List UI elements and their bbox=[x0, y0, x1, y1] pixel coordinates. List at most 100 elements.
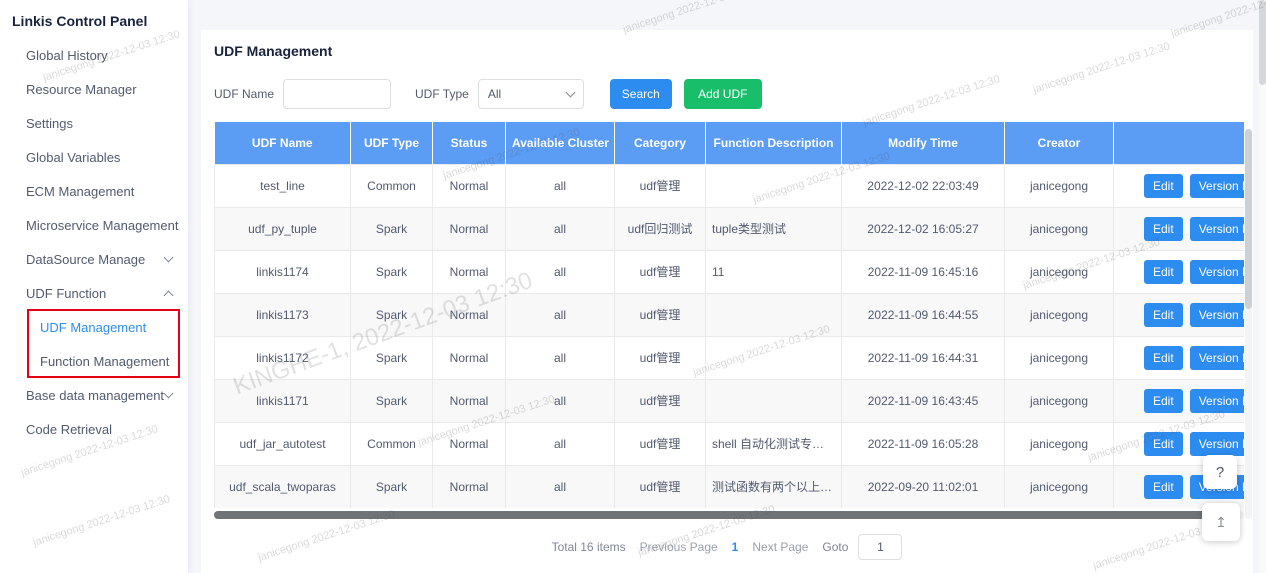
version-list-button[interactable]: Version Lis bbox=[1190, 346, 1244, 370]
udf-type-select[interactable]: All bbox=[478, 79, 584, 109]
app-title: Linkis Control Panel bbox=[0, 0, 188, 38]
cell-category: udf管理 bbox=[615, 293, 706, 336]
sidebar-item-base-data-management[interactable]: Base data management bbox=[0, 378, 188, 412]
cell-category: udf管理 bbox=[615, 379, 706, 422]
version-list-button[interactable]: Version Lis bbox=[1190, 389, 1244, 413]
sidebar-item-datasource-manage[interactable]: DataSource Manage bbox=[0, 242, 188, 276]
udf-name-input[interactable] bbox=[283, 79, 391, 109]
table-header-row: UDF Name UDF Type Status Available Clust… bbox=[215, 122, 1245, 164]
cell-actions: Edit Version Lis bbox=[1114, 250, 1245, 293]
page-scrollbar-thumb[interactable] bbox=[1259, 0, 1266, 85]
cell-type: Spark bbox=[351, 379, 433, 422]
cell-cluster: all bbox=[506, 422, 615, 465]
sidebar-item-global-history[interactable]: Global History bbox=[0, 38, 188, 72]
sidebar-item-label: Resource Manager bbox=[26, 82, 137, 97]
edit-button[interactable]: Edit bbox=[1144, 174, 1183, 198]
cell-category: udf管理 bbox=[615, 465, 706, 508]
edit-button[interactable]: Edit bbox=[1144, 432, 1183, 456]
total-items-label: Total 16 items bbox=[552, 540, 626, 554]
cell-status: Normal bbox=[433, 293, 506, 336]
cell-modify-time: 2022-12-02 16:05:27 bbox=[842, 207, 1005, 250]
table-row: linkis1174SparkNormalalludf管理112022-11-0… bbox=[215, 250, 1245, 293]
add-udf-button[interactable]: Add UDF bbox=[684, 79, 762, 109]
previous-page-button[interactable]: Previous Page bbox=[640, 540, 718, 554]
edit-button[interactable]: Edit bbox=[1144, 475, 1183, 499]
udf-type-selected-value: All bbox=[488, 87, 501, 101]
cell-actions: Edit Version Lis bbox=[1114, 207, 1245, 250]
sidebar-item-ecm-management[interactable]: ECM Management bbox=[0, 174, 188, 208]
header-creator: Creator bbox=[1005, 122, 1114, 164]
cell-description bbox=[706, 336, 842, 379]
sidebar-item-resource-manager[interactable]: Resource Manager bbox=[0, 72, 188, 106]
cell-modify-time: 2022-11-09 16:44:31 bbox=[842, 336, 1005, 379]
table-row: linkis1173SparkNormalalludf管理2022-11-09 … bbox=[215, 293, 1245, 336]
sidebar-item-code-retrieval[interactable]: Code Retrieval bbox=[0, 412, 188, 446]
cell-creator: janicegong bbox=[1005, 164, 1114, 207]
sidebar-item-label: ECM Management bbox=[26, 184, 134, 199]
horizontal-scrollbar[interactable] bbox=[214, 511, 1244, 519]
udf-name-label: UDF Name bbox=[214, 87, 274, 101]
cell-cluster: all bbox=[506, 465, 615, 508]
goto-page-input[interactable] bbox=[858, 534, 902, 560]
edit-button[interactable]: Edit bbox=[1144, 346, 1183, 370]
cell-name: linkis1171 bbox=[215, 379, 351, 422]
version-list-button[interactable]: Version Lis bbox=[1190, 217, 1244, 241]
cell-cluster: all bbox=[506, 379, 615, 422]
header-status: Status bbox=[433, 122, 506, 164]
current-page-number[interactable]: 1 bbox=[732, 540, 739, 554]
cell-type: Spark bbox=[351, 465, 433, 508]
edit-button[interactable]: Edit bbox=[1144, 260, 1183, 284]
version-list-button[interactable]: Version Lis bbox=[1190, 303, 1244, 327]
sidebar-item-label: Code Retrieval bbox=[26, 422, 112, 437]
cell-status: Normal bbox=[433, 164, 506, 207]
sidebar-item-function-management[interactable]: Function Management bbox=[0, 344, 188, 378]
cell-status: Normal bbox=[433, 422, 506, 465]
back-to-top-button[interactable]: ↥ bbox=[1202, 503, 1240, 541]
version-list-button[interactable]: Version Lis bbox=[1190, 174, 1244, 198]
udf-type-label: UDF Type bbox=[415, 87, 469, 101]
vertical-scrollbar[interactable] bbox=[1245, 129, 1252, 519]
search-button[interactable]: Search bbox=[610, 79, 672, 109]
cell-name: udf_py_tuple bbox=[215, 207, 351, 250]
sidebar-item-label: Settings bbox=[26, 116, 73, 131]
sidebar-item-microservice-management[interactable]: Microservice Management bbox=[0, 208, 188, 242]
edit-button[interactable]: Edit bbox=[1144, 217, 1183, 241]
table-row: udf_py_tupleSparkNormalalludf回归测试tuple类型… bbox=[215, 207, 1245, 250]
cell-name: udf_jar_autotest bbox=[215, 422, 351, 465]
edit-button[interactable]: Edit bbox=[1144, 389, 1183, 413]
sidebar-item-label: DataSource Manage bbox=[26, 252, 145, 267]
cell-status: Normal bbox=[433, 465, 506, 508]
sidebar-item-settings[interactable]: Settings bbox=[0, 106, 188, 140]
udf-management-card: UDF Management UDF Name UDF Type All Sea… bbox=[201, 30, 1253, 573]
cell-actions: Edit Version Lis bbox=[1114, 164, 1245, 207]
cell-name: linkis1173 bbox=[215, 293, 351, 336]
sidebar-item-udf-management[interactable]: UDF Management bbox=[0, 310, 188, 344]
table-row: linkis1171SparkNormalalludf管理2022-11-09 … bbox=[215, 379, 1245, 422]
page-scrollbar[interactable] bbox=[1259, 0, 1266, 573]
cell-cluster: all bbox=[506, 336, 615, 379]
header-available-cluster: Available Cluster bbox=[506, 122, 615, 164]
cell-category: udf管理 bbox=[615, 250, 706, 293]
cell-creator: janicegong bbox=[1005, 293, 1114, 336]
table-row: linkis1172SparkNormalalludf管理2022-11-09 … bbox=[215, 336, 1245, 379]
version-list-button[interactable]: Version Lis bbox=[1190, 432, 1244, 456]
help-button[interactable]: ? bbox=[1203, 455, 1237, 489]
cell-name: linkis1172 bbox=[215, 336, 351, 379]
vertical-scrollbar-thumb[interactable] bbox=[1245, 129, 1252, 309]
sidebar-item-udf-function[interactable]: UDF Function bbox=[0, 276, 188, 310]
cell-name: linkis1174 bbox=[215, 250, 351, 293]
cell-description: tuple类型测试 bbox=[706, 207, 842, 250]
sidebar-item-label: Base data management bbox=[26, 388, 164, 403]
page-title: UDF Management bbox=[201, 30, 1253, 59]
cell-status: Normal bbox=[433, 250, 506, 293]
version-list-button[interactable]: Version Lis bbox=[1190, 260, 1244, 284]
horizontal-scrollbar-thumb[interactable] bbox=[214, 511, 1213, 519]
sidebar: Linkis Control Panel Global History Resou… bbox=[0, 0, 188, 573]
sidebar-item-global-variables[interactable]: Global Variables bbox=[0, 140, 188, 174]
next-page-button[interactable]: Next Page bbox=[752, 540, 808, 554]
edit-button[interactable]: Edit bbox=[1144, 303, 1183, 327]
cell-actions: Edit Version Lis bbox=[1114, 379, 1245, 422]
cell-category: udf回归测试 bbox=[615, 207, 706, 250]
sidebar-item-label: Function Management bbox=[40, 354, 169, 369]
cell-modify-time: 2022-12-02 22:03:49 bbox=[842, 164, 1005, 207]
